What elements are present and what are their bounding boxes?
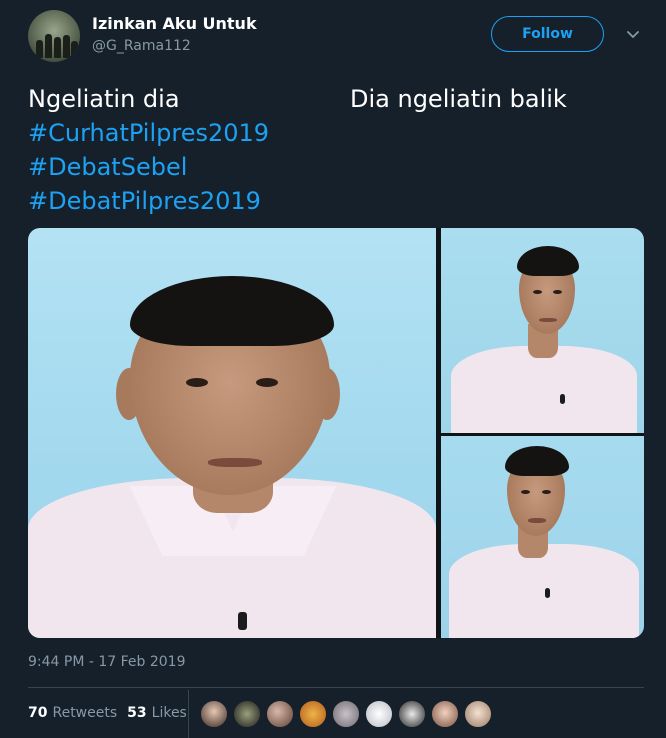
tweet-card: Izinkan Aku Untuk @G_Rama112 Follow Ngel… <box>0 0 666 738</box>
media-image-main[interactable] <box>28 228 436 638</box>
liker-avatar[interactable] <box>332 700 360 728</box>
media-image-bottom-right[interactable] <box>441 436 644 638</box>
tweet-text-right: Dia ngeliatin balik <box>350 85 567 113</box>
liker-avatar[interactable] <box>200 700 228 728</box>
likes-count: 53 <box>127 705 147 721</box>
user-handle[interactable]: @G_Rama112 <box>92 38 191 54</box>
stats-separator <box>188 690 189 738</box>
media-grid <box>28 228 644 638</box>
retweets-label: Retweets <box>52 705 118 721</box>
user-avatar[interactable] <box>28 10 80 62</box>
retweets-count: 70 <box>28 705 48 721</box>
tweet-timestamp[interactable]: 9:44 PM - 17 Feb 2019 <box>28 654 186 670</box>
divider <box>28 687 644 688</box>
liker-avatar[interactable] <box>299 700 327 728</box>
likes-stat[interactable]: 53 Likes <box>127 705 187 721</box>
liker-avatar[interactable] <box>365 700 393 728</box>
hashtag-link[interactable]: #CurhatPilpres2019 <box>28 119 269 147</box>
liker-avatar[interactable] <box>464 700 492 728</box>
tweet-text: Ngeliatin dia Dia ngeliatin balik #Curha… <box>28 82 638 218</box>
tweet-text-left: Ngeliatin dia <box>28 85 180 113</box>
hashtag-link[interactable]: #DebatSebel <box>28 153 187 181</box>
hashtag-link[interactable]: #DebatPilpres2019 <box>28 187 261 215</box>
display-name[interactable]: Izinkan Aku Untuk <box>92 14 257 33</box>
tweet-stats: 70 Retweets 53 Likes <box>28 705 197 721</box>
chevron-down-icon[interactable] <box>625 26 641 42</box>
liker-avatar[interactable] <box>233 700 261 728</box>
retweets-stat[interactable]: 70 Retweets <box>28 705 117 721</box>
media-image-top-right[interactable] <box>441 228 644 433</box>
liker-avatar[interactable] <box>398 700 426 728</box>
follow-button[interactable]: Follow <box>491 16 604 52</box>
likes-label: Likes <box>151 705 187 721</box>
liker-avatar[interactable] <box>266 700 294 728</box>
liker-avatar[interactable] <box>431 700 459 728</box>
